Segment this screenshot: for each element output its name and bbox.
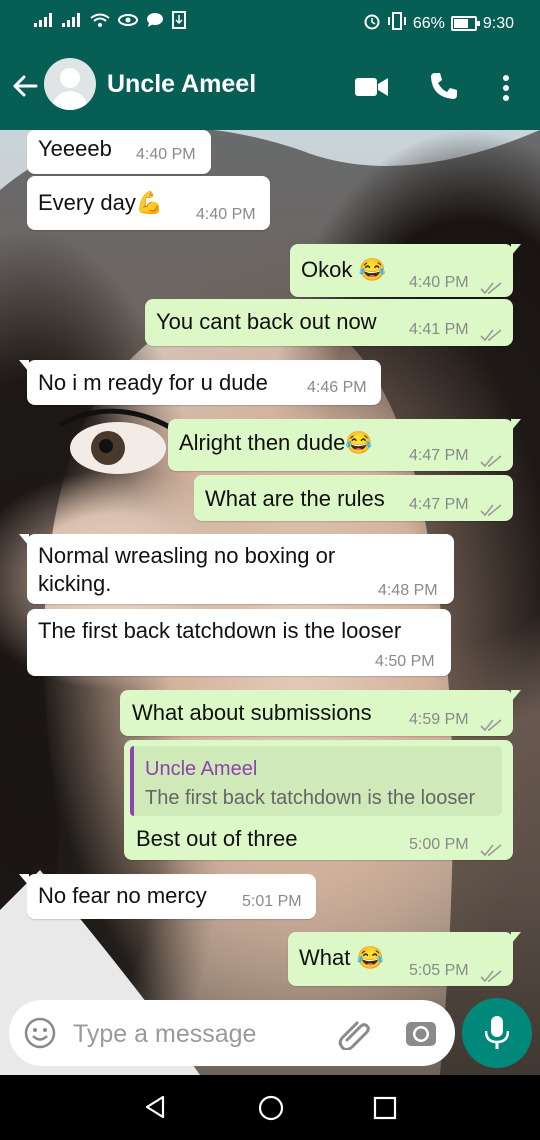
nav-home-icon[interactable] (258, 1095, 284, 1126)
read-receipt-icon (480, 322, 502, 348)
message-time: 4:59 PM (409, 711, 469, 728)
battery-icon (450, 16, 480, 31)
message-out-reply[interactable]: Uncle Ameel The first back tatchdown is … (124, 740, 513, 860)
camera-icon[interactable] (405, 1018, 437, 1053)
message-text: No i m ready for u dude (38, 370, 268, 395)
message-time: 5:01 PM (242, 893, 302, 910)
read-receipt-icon (480, 275, 502, 301)
message-time: 5:00 PM (409, 836, 469, 853)
message-composer[interactable]: Type a message (9, 1000, 455, 1066)
status-icons-right: 66% 9:30 (363, 12, 514, 35)
message-time: 5:05 PM (409, 962, 469, 979)
clock: 9:30 (482, 14, 514, 32)
message-time: 4:40 PM (196, 206, 256, 223)
message-time: 4:40 PM (409, 274, 469, 291)
phone-icon[interactable] (429, 71, 459, 106)
message-in[interactable]: Every day💪 4:40 PM (27, 176, 270, 230)
message-text: What 😂 (299, 945, 384, 970)
message-text: Alright then dude😂 (179, 430, 373, 455)
chat-area[interactable]: Yeeeeb 4:40 PM Every day💪 4:40 PM Okok 😂… (0, 130, 540, 1075)
chat-bubble-icon (146, 12, 164, 31)
back-arrow-icon[interactable] (10, 71, 40, 101)
message-input[interactable]: Type a message (73, 1020, 256, 1049)
read-receipt-icon (480, 837, 502, 863)
status-bar: 66% 9:30 (0, 0, 540, 45)
message-out[interactable]: What 😂 5:05 PM (288, 932, 521, 989)
message-text: Yeeeeb (38, 136, 112, 161)
read-receipt-icon (480, 497, 502, 523)
message-out[interactable]: What about submissions 4:59 PM (120, 690, 521, 738)
message-out[interactable]: Alright then dude😂 4:47 PM (168, 419, 521, 474)
system-nav-bar (0, 1075, 540, 1140)
message-out[interactable]: You cant back out now 4:41 PM (145, 299, 513, 346)
message-time: 4:47 PM (409, 496, 469, 513)
contact-name[interactable]: Uncle Ameel (107, 70, 256, 99)
message-text: The first back tatchdown is the looser (38, 618, 402, 643)
nav-recents-icon[interactable] (373, 1096, 397, 1125)
more-vert-icon[interactable] (500, 74, 512, 107)
vibrate-icon (387, 12, 407, 35)
quoted-message[interactable]: Uncle Ameel The first back tatchdown is … (130, 746, 502, 816)
alarm-icon (363, 12, 381, 35)
emoji-icon[interactable] (24, 1017, 56, 1054)
status-icons-left (34, 11, 186, 32)
message-in[interactable]: The first back tatchdown is the looser 4… (27, 609, 451, 676)
nav-back-icon[interactable] (144, 1095, 166, 1124)
message-text: Okok 😂 (301, 257, 386, 282)
battery-percent: 66% (412, 14, 445, 32)
message-time: 4:48 PM (378, 582, 438, 599)
message-in[interactable]: Normal wreasling no boxing or kicking. 4… (19, 534, 454, 604)
message-time: 4:50 PM (375, 653, 435, 670)
read-receipt-icon (480, 448, 502, 474)
chat-header: Uncle Ameel (0, 45, 540, 130)
message-time: 4:41 PM (409, 321, 469, 338)
message-text: What are the rules (205, 486, 385, 511)
message-text: No fear no mercy (38, 883, 207, 908)
message-text: What about submissions (132, 700, 372, 725)
download-icon (172, 11, 186, 32)
message-time: 4:47 PM (409, 447, 469, 464)
message-in[interactable]: Yeeeeb 4:40 PM (27, 130, 211, 174)
message-in[interactable]: No fear no mercy 5:01 PM (19, 874, 316, 919)
video-call-icon[interactable] (355, 76, 389, 103)
quoted-author: Uncle Ameel (145, 758, 258, 780)
avatar[interactable] (44, 58, 96, 110)
attach-icon[interactable] (337, 1016, 371, 1055)
mic-button[interactable] (462, 998, 532, 1068)
message-time: 4:46 PM (307, 379, 367, 396)
read-receipt-icon (480, 712, 502, 738)
message-in[interactable]: No i m ready for u dude 4:46 PM (19, 360, 381, 405)
message-text-line2: kicking. (38, 571, 112, 596)
signal-icon (34, 13, 54, 30)
message-text: You cant back out now (156, 309, 377, 334)
quoted-text: The first back tatchdown is the looser (145, 787, 476, 809)
message-text: Normal wreasling no boxing or (38, 543, 336, 568)
eye-icon (118, 13, 138, 30)
message-text: Every day💪 (38, 190, 164, 215)
message-text: Best out of three (136, 826, 298, 851)
message-out[interactable]: Okok 😂 4:40 PM (290, 244, 521, 297)
wifi-icon (90, 13, 110, 31)
message-time: 4:40 PM (136, 146, 196, 163)
message-out[interactable]: What are the rules 4:47 PM (194, 475, 513, 521)
mic-icon (484, 1016, 510, 1055)
signal-icon-2 (62, 13, 82, 30)
read-receipt-icon (480, 963, 502, 989)
